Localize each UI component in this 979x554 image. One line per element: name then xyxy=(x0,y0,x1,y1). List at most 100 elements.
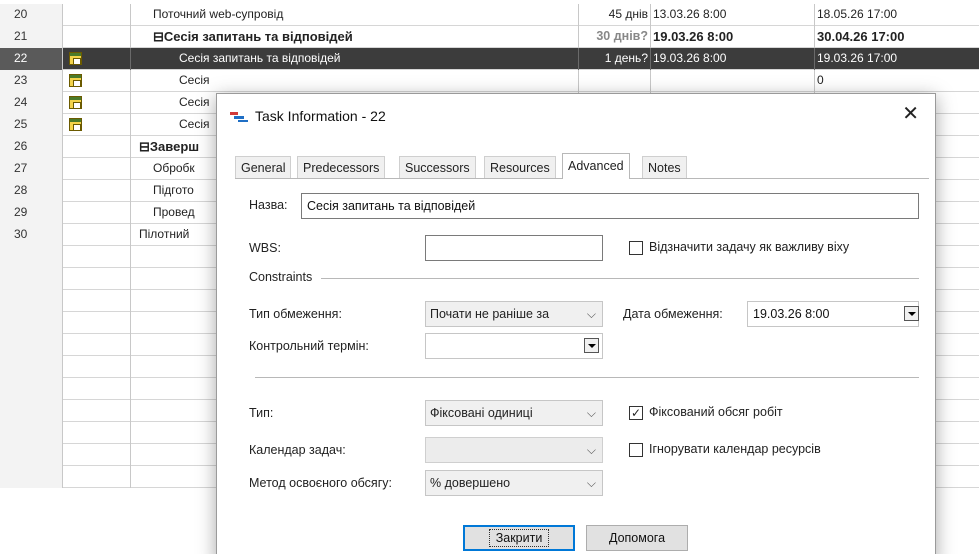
advanced-tab-panel: Назва: Сесія запитань та відповідей WBS:… xyxy=(235,178,929,508)
indicators-cell xyxy=(63,180,131,202)
task-row[interactable]: 23 Сесія 0 xyxy=(0,70,979,92)
task-id xyxy=(0,356,63,378)
start-cell: 19.03.26 8:00 xyxy=(651,26,815,48)
task-row[interactable]: 22 Сесія запитань та відповідей 1 день? 19.… xyxy=(0,48,979,70)
task-name-field[interactable]: Сесія запитань та відповідей xyxy=(301,193,919,219)
milestone-label: Відзначити задачу як важливу віху xyxy=(649,240,850,254)
task-id: 30 xyxy=(0,224,63,246)
finish-cell: 18.05.26 17:00 xyxy=(817,7,898,21)
chevron-down-icon: ⌵ xyxy=(586,443,596,457)
wbs-label: WBS: xyxy=(249,241,281,255)
indicators-cell xyxy=(63,48,131,70)
indicators-cell xyxy=(63,70,131,92)
duration-cell: 1 день? xyxy=(579,48,651,70)
duration-cell xyxy=(579,70,651,92)
ignore-resource-calendar-checkbox[interactable] xyxy=(629,443,643,457)
indicators-cell xyxy=(63,378,131,400)
task-id: 23 xyxy=(0,70,63,92)
task-id xyxy=(0,334,63,356)
constraint-type-label: Тип обмеження: xyxy=(249,307,342,321)
chevron-down-icon: ⌵ xyxy=(586,476,596,490)
task-row[interactable]: 21 ⊟Сесія запитань та відповідей 30 днів? 1… xyxy=(0,26,979,48)
indicators-cell xyxy=(63,114,131,136)
indicators-cell xyxy=(63,466,131,488)
earned-value-method-value: % довершено xyxy=(430,476,511,490)
indicators-cell xyxy=(63,356,131,378)
task-id: 26 xyxy=(0,136,63,158)
indicators-cell xyxy=(63,290,131,312)
gantt-app-icon xyxy=(230,112,248,122)
finish-cell: 0 xyxy=(817,73,824,87)
constraints-group-label: Constraints xyxy=(249,270,313,284)
task-name-cell: ⊟Сесія запитань та відповідей xyxy=(131,26,579,48)
tab-advanced[interactable]: Advanced xyxy=(562,153,630,179)
task-calendar-dropdown[interactable]: ⌵ xyxy=(425,437,603,463)
indicators-cell xyxy=(63,26,131,48)
constraint-type-value: Почати не раніше за xyxy=(430,307,550,321)
milestone-checkbox[interactable] xyxy=(629,241,643,255)
indicators-cell xyxy=(63,246,131,268)
constraint-type-dropdown[interactable]: Почати не раніше за ⌵ xyxy=(425,301,603,327)
ignore-resource-calendar-label: Ігнорувати календар ресурсів xyxy=(649,442,821,456)
earned-value-method-dropdown[interactable]: % довершено ⌵ xyxy=(425,470,603,496)
task-id xyxy=(0,400,63,422)
dialog-titlebar[interactable]: Task Information - 22 ✕ xyxy=(217,94,935,138)
indicators-cell xyxy=(63,136,131,158)
task-id xyxy=(0,444,63,466)
tab-predecessors[interactable]: Predecessors xyxy=(297,156,386,178)
task-id: 25 xyxy=(0,114,63,136)
checkmark-icon: ✓ xyxy=(630,406,642,420)
finish-cell: 30.04.26 17:00 xyxy=(817,29,905,44)
tab-general[interactable]: General xyxy=(235,156,292,178)
tab-successors[interactable]: Successors xyxy=(399,156,476,178)
task-id xyxy=(0,378,63,400)
indicators-cell xyxy=(63,334,131,356)
calendar-constraint-icon xyxy=(69,74,82,87)
indicators-cell xyxy=(63,92,131,114)
start-cell: 13.03.26 8:00 xyxy=(651,4,815,26)
constraint-date-field[interactable]: 19.03.26 8:00 xyxy=(747,301,919,327)
close-icon[interactable]: ✕ xyxy=(902,104,919,124)
wbs-field[interactable] xyxy=(425,235,603,261)
task-id xyxy=(0,246,63,268)
task-id xyxy=(0,290,63,312)
indicators-cell xyxy=(63,312,131,334)
close-button[interactable]: Закрити xyxy=(463,525,575,551)
start-cell: 19.03.26 8:00 xyxy=(651,48,815,70)
calendar-constraint-icon xyxy=(69,96,82,109)
constraint-date-dropdown-button[interactable] xyxy=(904,306,919,321)
task-type-dropdown[interactable]: Фіксовані одиниці ⌵ xyxy=(425,400,603,426)
indicators-cell xyxy=(63,4,131,26)
indicators-cell xyxy=(63,158,131,180)
task-type-label: Тип: xyxy=(249,406,274,420)
indicators-cell xyxy=(63,422,131,444)
task-type-value: Фіксовані одиниці xyxy=(430,406,533,420)
constraints-divider xyxy=(321,278,919,279)
task-row[interactable]: 20 Поточний web-супровід 45 днів 13.03.26 8… xyxy=(0,4,979,26)
deadline-dropdown-button[interactable] xyxy=(584,338,599,353)
task-name-cell: Сесія xyxy=(131,70,579,92)
deadline-field[interactable] xyxy=(425,333,603,359)
constraint-date-label: Дата обмеження: xyxy=(623,307,723,321)
help-button[interactable]: Допомога xyxy=(586,525,688,551)
indicators-cell xyxy=(63,224,131,246)
earned-value-method-label: Метод освоєного обсягу: xyxy=(249,476,392,490)
chevron-down-icon: ⌵ xyxy=(586,307,596,321)
indicators-cell xyxy=(63,444,131,466)
chevron-down-icon: ⌵ xyxy=(586,406,596,420)
task-id xyxy=(0,466,63,488)
dialog-title: Task Information - 22 xyxy=(255,108,386,124)
section-divider xyxy=(255,377,919,378)
tab-resources[interactable]: Resources xyxy=(484,156,556,178)
close-button-label: Закрити xyxy=(488,529,550,547)
task-id: 24 xyxy=(0,92,63,114)
effort-driven-checkbox[interactable]: ✓ xyxy=(629,406,643,420)
duration-cell: 30 днів? xyxy=(579,26,651,48)
task-name-cell: Поточний web-супровід xyxy=(131,4,579,26)
task-id: 20 xyxy=(0,4,63,26)
calendar-constraint-icon xyxy=(69,118,82,131)
indicators-cell xyxy=(63,400,131,422)
task-id xyxy=(0,268,63,290)
tab-notes[interactable]: Notes xyxy=(642,156,687,178)
finish-cell: 19.03.26 17:00 xyxy=(817,51,898,65)
